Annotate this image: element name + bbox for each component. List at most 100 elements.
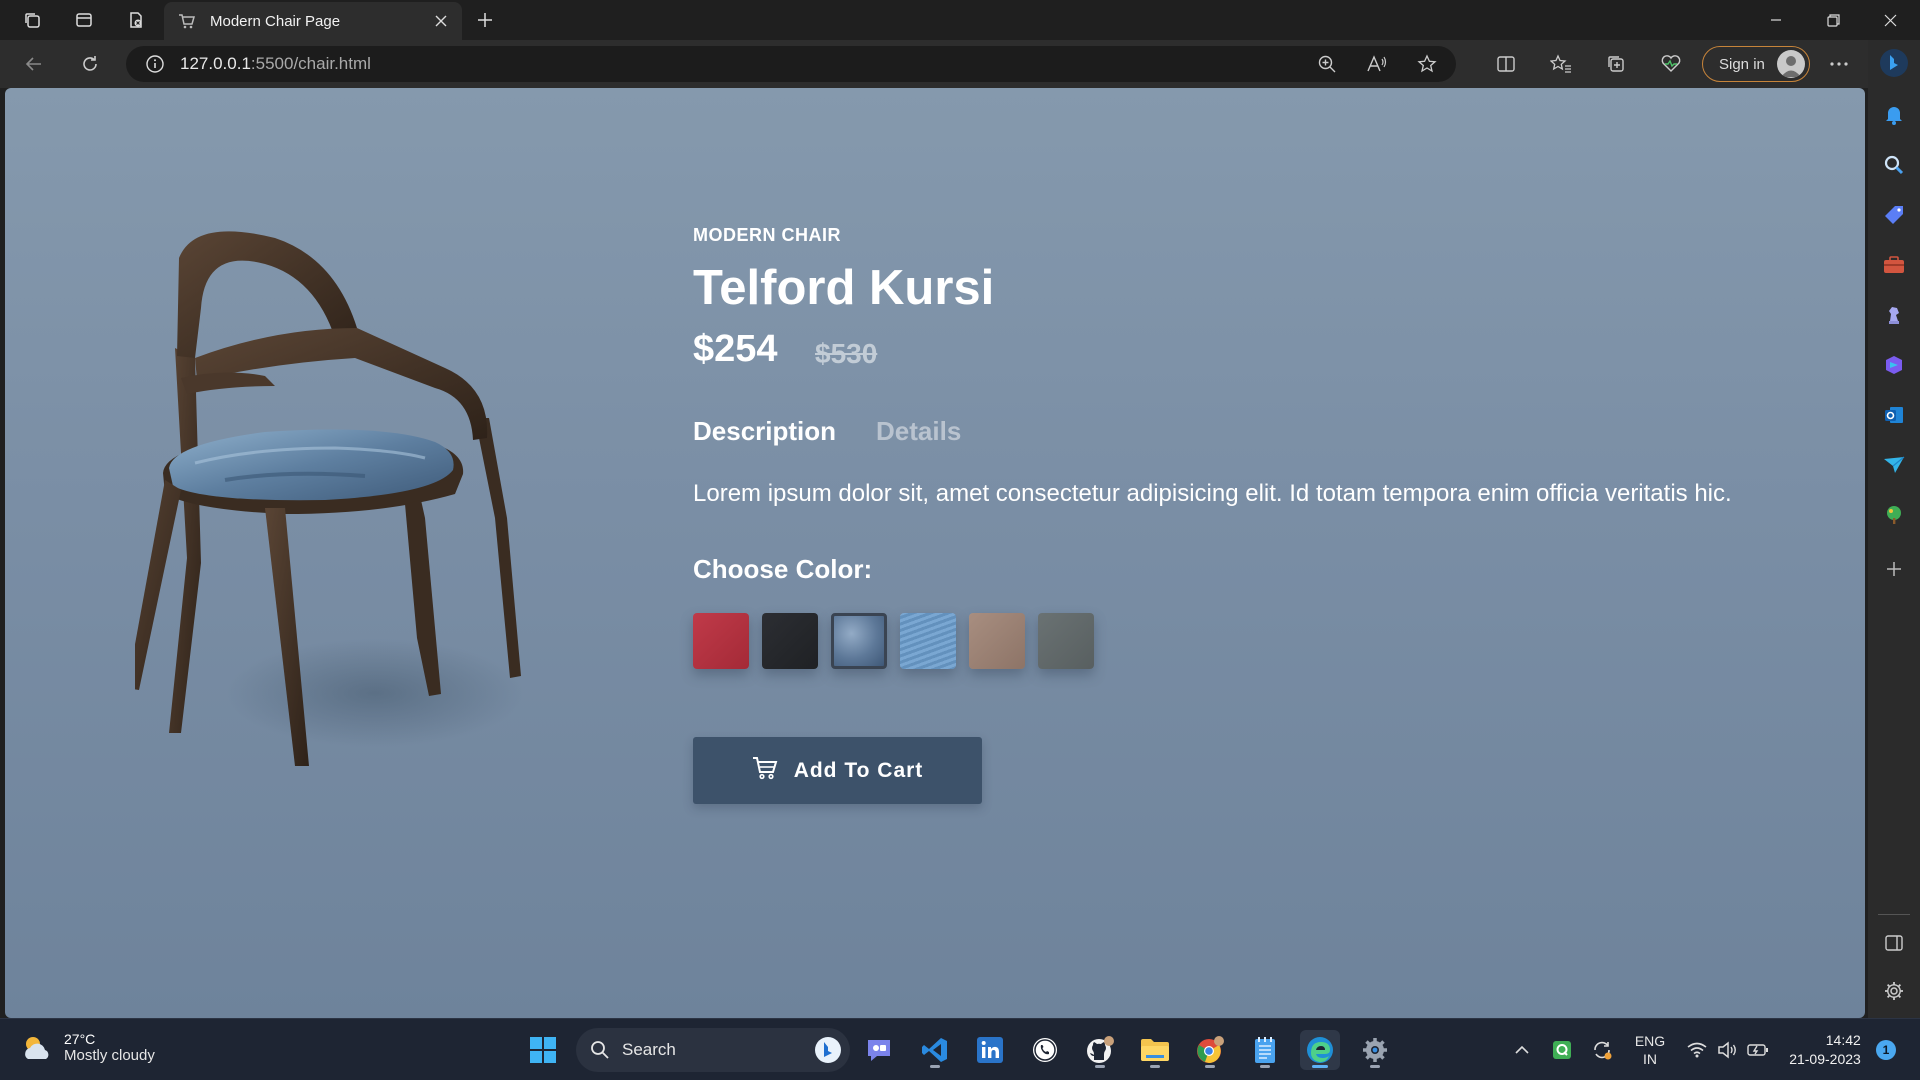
url-text: 127.0.0.1:5500/chair.html <box>180 54 371 73</box>
shopping-tag-icon[interactable] <box>1878 199 1910 231</box>
split-screen-icon[interactable] <box>1490 49 1522 79</box>
sync-icon <box>1594 1041 1612 1060</box>
outlook-icon[interactable] <box>1878 399 1910 431</box>
product-category: MODERN CHAIR <box>693 225 841 245</box>
color-swatch-beige[interactable] <box>969 613 1025 669</box>
notepad-icon <box>1255 1037 1275 1063</box>
show-hidden-icons[interactable] <box>1508 1019 1536 1080</box>
color-swatch-black[interactable] <box>762 613 818 669</box>
add-sidebar-app-icon[interactable] <box>1878 553 1910 585</box>
hide-sidebar-icon[interactable] <box>1878 927 1910 959</box>
add-to-cart-label: Add To Cart <box>793 758 924 782</box>
vscode-app[interactable] <box>915 1030 955 1070</box>
speaker-icon <box>1718 1041 1736 1059</box>
collections-icon[interactable] <box>1600 49 1632 79</box>
address-bar[interactable]: 127.0.0.1:5500/chair.html <box>126 46 1456 82</box>
battery-icon <box>1747 1044 1768 1056</box>
running-indicator <box>1095 1065 1105 1068</box>
color-swatch-red[interactable] <box>693 613 749 669</box>
tracking-prevention-icon[interactable] <box>118 6 154 34</box>
tab-actions-icon[interactable] <box>66 6 102 34</box>
restore-icon[interactable] <box>1805 0 1861 40</box>
browser-essentials-icon[interactable] <box>1655 49 1687 79</box>
linkedin-app[interactable] <box>970 1030 1010 1070</box>
address-toolbar: 127.0.0.1:5500/chair.html Sign in <box>0 40 1868 88</box>
wifi-status[interactable] <box>1684 1019 1710 1080</box>
clock-date: 21-09-2023 <box>1789 1051 1861 1067</box>
file-explorer-app[interactable] <box>1135 1030 1175 1070</box>
site-info-icon[interactable] <box>144 53 166 75</box>
new-tab-icon[interactable] <box>470 6 500 34</box>
sign-in-button[interactable]: Sign in <box>1702 46 1810 82</box>
weather-widget[interactable]: 27°C Mostly cloudy <box>20 1031 155 1064</box>
workspaces-icon[interactable] <box>14 6 50 34</box>
tab-details[interactable]: Details <box>876 416 961 447</box>
tools-briefcase-icon[interactable] <box>1878 249 1910 281</box>
browser-tab[interactable]: Modern Chair Page <box>164 2 462 40</box>
clock[interactable]: 14:42 21-09-2023 <box>1780 1019 1870 1080</box>
wifi-icon <box>1687 1042 1707 1058</box>
windows-taskbar: 27°C Mostly cloudy Search ENG IN 14:42 2… <box>0 1018 1920 1080</box>
notification-center[interactable]: 1 <box>1874 1019 1898 1080</box>
vscode-icon <box>922 1038 947 1062</box>
zoom-icon[interactable] <box>1312 49 1342 79</box>
more-options-icon[interactable] <box>1823 49 1855 79</box>
microsoft-365-icon[interactable] <box>1878 349 1910 381</box>
cart-favicon-icon <box>178 12 196 30</box>
favorites-icon[interactable] <box>1545 49 1577 79</box>
windows-logo-icon <box>530 1037 556 1063</box>
settings-gear-icon[interactable] <box>1878 975 1910 1007</box>
read-aloud-icon[interactable] <box>1362 49 1392 79</box>
github-icon <box>1087 1036 1114 1063</box>
weather-temperature: 27°C <box>64 1031 96 1047</box>
github-app[interactable] <box>1080 1030 1120 1070</box>
cart-icon <box>752 756 778 786</box>
edge-app[interactable] <box>1300 1030 1340 1070</box>
games-chess-icon[interactable] <box>1878 299 1910 331</box>
add-to-cart-button[interactable]: Add To Cart <box>693 737 982 804</box>
running-indicator <box>1205 1065 1215 1068</box>
notifications-bell-icon[interactable] <box>1878 99 1910 131</box>
folder-icon <box>1141 1039 1169 1061</box>
favorite-star-icon[interactable] <box>1412 49 1442 79</box>
color-swatch-light-blue[interactable] <box>900 613 956 669</box>
chrome-icon <box>1197 1036 1224 1063</box>
chrome-app[interactable] <box>1190 1030 1230 1070</box>
whatsapp-icon <box>1033 1038 1057 1062</box>
color-swatch-blue[interactable] <box>831 613 887 669</box>
tray-app-q[interactable] <box>1550 1019 1574 1080</box>
color-label: Choose Color: <box>693 554 873 584</box>
color-swatch-gray[interactable] <box>1038 613 1094 669</box>
volume-status[interactable] <box>1715 1019 1741 1080</box>
refresh-icon[interactable] <box>74 49 106 79</box>
current-price: $254 <box>693 328 778 370</box>
tab-description[interactable]: Description <box>693 416 836 447</box>
original-price: $530 <box>815 338 878 369</box>
product-tabs: Description Details <box>693 416 961 447</box>
minimize-icon[interactable] <box>1748 0 1804 40</box>
bing-icon <box>815 1037 841 1063</box>
settings-cog-icon <box>1363 1038 1387 1062</box>
running-indicator <box>1260 1065 1270 1068</box>
taskbar-search[interactable]: Search <box>576 1028 850 1072</box>
browser-title-bar: Modern Chair Page <box>0 0 1920 40</box>
edge-icon <box>1307 1037 1333 1063</box>
notepad-app[interactable] <box>1245 1030 1285 1070</box>
chevron-up-icon <box>1515 1045 1529 1054</box>
whatsapp-app[interactable] <box>1025 1030 1065 1070</box>
battery-status[interactable] <box>1745 1019 1771 1080</box>
start-button[interactable] <box>523 1030 563 1070</box>
tray-sync[interactable] <box>1590 1019 1614 1080</box>
language-code: ENG <box>1634 1033 1666 1049</box>
language-indicator[interactable]: ENG IN <box>1628 1019 1672 1080</box>
copilot-icon[interactable] <box>1878 47 1910 79</box>
close-tab-icon[interactable] <box>426 6 456 36</box>
tree-app-icon[interactable] <box>1878 499 1910 531</box>
edge-sidebar <box>1868 40 1920 1018</box>
settings-app[interactable] <box>1355 1030 1395 1070</box>
teams-chat-app[interactable] <box>860 1030 900 1070</box>
close-window-icon[interactable] <box>1862 0 1918 40</box>
search-icon[interactable] <box>1878 149 1910 181</box>
back-icon[interactable] <box>18 49 50 79</box>
send-drop-icon[interactable] <box>1878 449 1910 481</box>
